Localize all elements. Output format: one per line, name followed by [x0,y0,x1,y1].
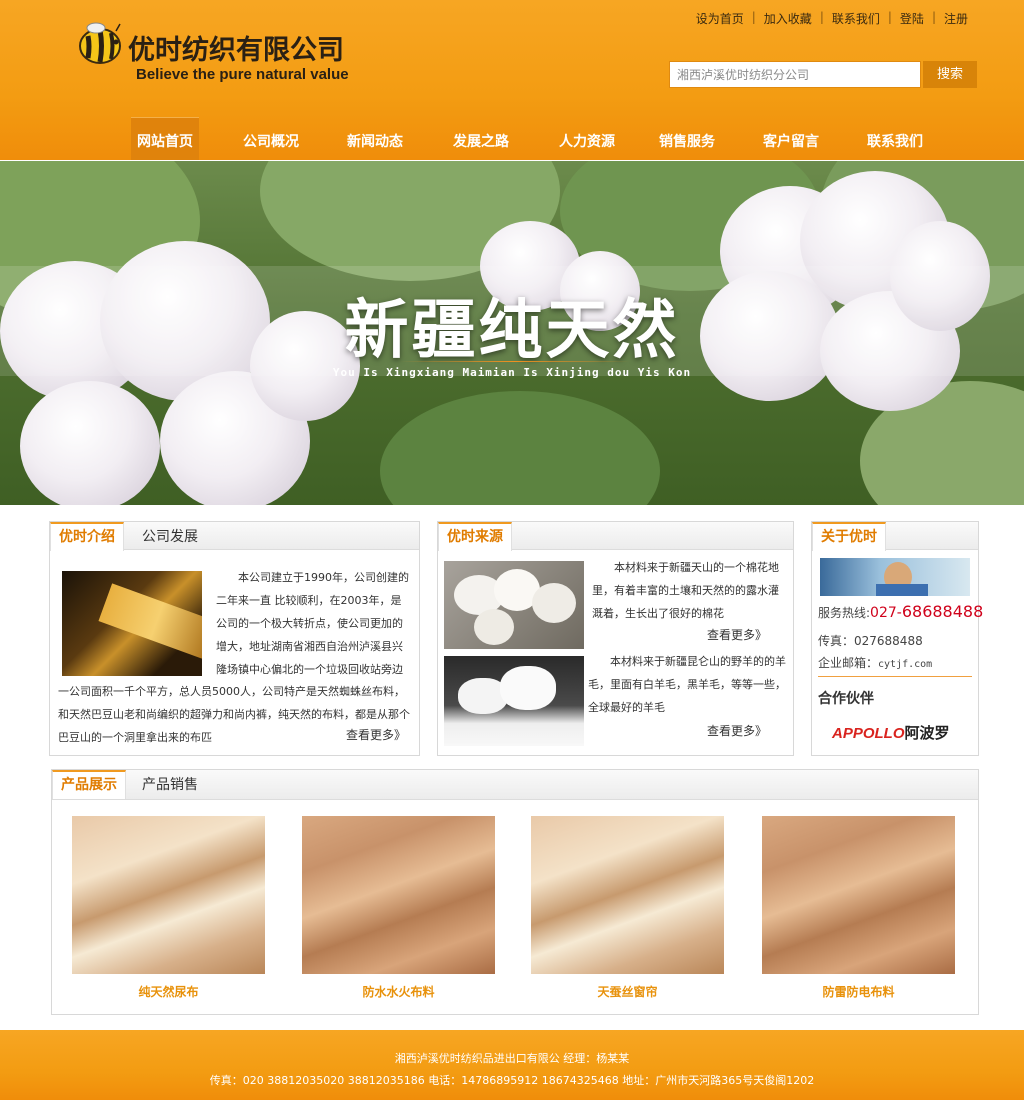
footer: 湘西泸溪优时纺织品进出口有限公 经理：杨某某 传真：020 3881203502… [0,1030,1024,1100]
source-text-wool: 本材料来于新疆昆仑山的野羊的的羊毛，里面有白羊毛，黑羊毛，等等一些，全球最好的羊… [588,650,788,720]
hotline: 服务热线:027-68688488 [818,602,983,621]
leaf-shape [380,391,660,505]
person-shape [876,584,928,596]
divider [818,676,972,677]
cotton-shape [474,609,514,645]
tab-product-sales[interactable]: 产品销售 [134,770,206,798]
email-line: 企业邮箱：cytjf.com [818,654,932,671]
add-favorite-link[interactable]: 加入收藏 [756,10,820,27]
hotline-prefix: 027- [870,605,902,621]
banner-divider [400,361,630,362]
partner-logo-en: APPOLLO [832,725,905,742]
banner-subtitle: You Is Xingxiang Maimian Is Xinjing dou … [332,366,692,379]
top-links: 设为首页 | 加入收藏 | 联系我们 | 登陆 | 注册 [688,10,976,27]
search-input[interactable] [669,61,921,88]
source-more-link-2[interactable]: 查看更多》 [707,722,767,739]
about-tabs: 关于优时 [812,522,978,551]
partner-logo-apollo[interactable]: APPOLLO阿波罗 [832,722,950,743]
nav-item-sales[interactable]: 销售服务 [653,117,721,160]
main-nav: 网站首页 公司概况 新闻动态 发展之路 人力资源 销售服务 客户留言 联系我们 [131,117,929,160]
products-panel: 产品展示 产品销售 纯天然尿布 防水水火布料 天蚕丝窗帘 防雷防电布料 [51,769,979,1015]
search-box: 搜索 [669,61,977,89]
contact-link[interactable]: 联系我们 [824,10,888,27]
intro-tabs: 优时介绍 公司发展 [50,522,419,551]
cotton-boll [20,381,160,505]
source-panel: 优时来源 本材料来于新疆天山的一个棉花地里，有着丰富的土壤和天然的的露水灌溉着，… [437,521,794,756]
product-image[interactable] [531,816,724,974]
source-more-link-1[interactable]: 查看更多》 [707,626,767,643]
email-label: 企业邮箱： [818,656,879,670]
hotline-label: 服务热线: [818,606,871,620]
tab-development[interactable]: 公司发展 [134,522,206,550]
product-image[interactable] [762,816,955,974]
product-label[interactable]: 纯天然尿布 [72,983,265,1000]
intro-image [62,571,202,676]
goat-shape [500,666,556,710]
nav-item-feedback[interactable]: 客户留言 [757,117,825,160]
nav-item-news[interactable]: 新闻动态 [341,117,409,160]
logo[interactable]: 优时纺织有限公司 Believe the pure natural value [76,22,376,83]
tab-source[interactable]: 优时来源 [438,522,512,551]
cotton-image [444,561,584,649]
about-title: 关于优时 [812,522,886,551]
logo-title: 优时纺织有限公司 [128,35,344,66]
fax: 传真：027688488 [818,634,923,648]
source-tabs: 优时来源 [438,522,793,551]
products-tabs: 产品展示 产品销售 [52,770,978,800]
signboard-shape [98,583,202,659]
search-button[interactable]: 搜索 [923,61,977,88]
source-text-1: 本材料来于新疆天山的一个棉花地里，有着丰富的土壤和天然的的露水灌溉着，生长出了很… [592,561,779,620]
footer-contact: 传真：020 38812035020 38812035186 电话：147868… [209,1074,815,1087]
source-text-2: 本材料来于新疆昆仑山的野羊的的羊毛，里面有白羊毛，黑羊毛，等等一些，全球最好的羊… [588,655,786,714]
set-homepage-link[interactable]: 设为首页 [688,10,752,27]
tab-intro[interactable]: 优时介绍 [50,522,124,551]
nav-item-contact[interactable]: 联系我们 [861,117,929,160]
product-image[interactable] [302,816,495,974]
partner-logo-cn: 阿波罗 [904,724,950,742]
product-label[interactable]: 防水水火布料 [302,983,495,1000]
header: 优时纺织有限公司 Believe the pure natural value … [0,0,1024,160]
register-link[interactable]: 注册 [936,10,976,27]
footer-company: 湘西泸溪优时纺织品进出口有限公 经理：杨某某 [394,1052,630,1065]
login-link[interactable]: 登陆 [892,10,932,27]
bee-logo-icon [79,22,121,64]
intro-panel: 优时介绍 公司发展 本公司建立于1990年，公司创建的二年来一直 比较顺利，在2… [49,521,420,756]
nav-item-company[interactable]: 公司概况 [237,117,305,160]
hero-banner[interactable]: 新疆纯天然 You Is Xingxiang Maimian Is Xinjin… [0,161,1024,505]
tab-products[interactable]: 产品展示 [52,770,126,799]
partners-title: 合作伙伴 [818,691,874,707]
cotton-shape [532,583,576,623]
product-label[interactable]: 天蚕丝窗帘 [531,983,724,1000]
email-value[interactable]: cytjf.com [878,659,932,670]
nav-item-hr[interactable]: 人力资源 [553,117,621,160]
hotline-number: 68688488 [901,602,984,621]
intro-text-top: 本公司建立于1990年，公司创建的二年来一直 比较顺利，在2003年，是公司的一… [216,566,412,681]
logo-subtitle: Believe the pure natural value [136,66,349,83]
banner-title: 新疆纯天然 [344,294,680,368]
nav-item-home[interactable]: 网站首页 [131,117,199,160]
intro-more-link[interactable]: 查看更多》 [342,726,407,743]
product-image[interactable] [72,816,265,974]
goat-image [444,656,584,746]
intro-text: 本公司建立于1990年，公司创建的二年来一直 比较顺利，在2003年，是公司的一… [216,571,409,676]
source-text-cotton: 本材料来于新疆天山的一个棉花地里，有着丰富的土壤和天然的的露水灌溉着，生长出了很… [592,556,788,624]
about-panel: 关于优时 服务热线:027-68688488 传真：027688488 企业邮箱… [811,521,983,756]
service-photo [820,558,970,596]
product-label[interactable]: 防雷防电布料 [762,983,955,1000]
nav-item-history[interactable]: 发展之路 [447,117,515,160]
